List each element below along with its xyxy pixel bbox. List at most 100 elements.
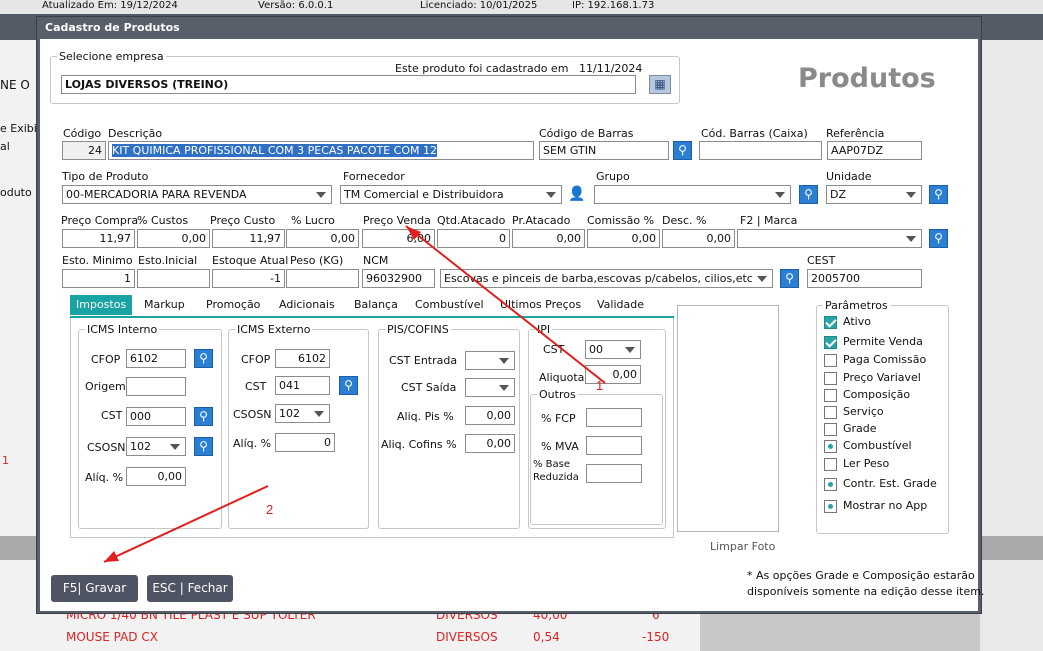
search-cst-icon[interactable]: ⚲ (194, 407, 213, 426)
preco-venda-label: Preço Venda (363, 214, 431, 227)
search-marca-icon[interactable]: ⚲ (929, 229, 948, 248)
icms-externo-aliq-field[interactable]: 0 (275, 433, 335, 452)
ipi-cst-select[interactable]: 00 (585, 340, 641, 359)
cest-field[interactable]: 2005700 (807, 269, 922, 288)
status-updated: Atualizado Em: 19/12/2024 (42, 0, 178, 11)
save-button[interactable]: F5| Gravar (51, 575, 138, 602)
param-checkbox[interactable] (824, 316, 837, 329)
cst-saida-select[interactable] (465, 378, 515, 397)
param-checkbox[interactable] (824, 440, 837, 453)
param-label: Ler Peso (843, 457, 890, 470)
comissao-field[interactable]: 0,00 (587, 229, 660, 248)
tab-combustivel[interactable]: Combustível (409, 295, 490, 315)
product-dialog: Cadastro de Produtos Selecione empresa E… (36, 16, 985, 614)
icms-interno-origem-field[interactable] (126, 377, 186, 396)
custos-field[interactable]: 0,00 (137, 229, 210, 248)
codigo-field[interactable]: 24 (62, 141, 106, 160)
param-checkbox[interactable] (824, 406, 837, 419)
icms-interno-cst-field[interactable]: 000 (126, 407, 186, 426)
add-user-icon[interactable]: 👤 (568, 185, 588, 204)
clear-photo-link[interactable]: Limpar Foto (710, 540, 775, 553)
ncm-desc-select[interactable]: Escovas e pinceis de barba,escovas p/cab… (440, 269, 773, 288)
desc-field[interactable]: 0,00 (662, 229, 735, 248)
empresa-field[interactable]: LOJAS DIVERSOS (TREINO) (61, 75, 636, 94)
tab-adicionais[interactable]: Adicionais (273, 295, 341, 315)
origem-label: Origem (85, 380, 126, 393)
fcp-field[interactable] (586, 408, 642, 427)
tab-markup[interactable]: Markup (138, 295, 191, 315)
search-cfop-icon[interactable]: ⚲ (194, 349, 213, 368)
tab-ultimos-precos[interactable]: Ultimos Preços (494, 295, 587, 315)
search-barras-icon[interactable]: ⚲ (673, 141, 692, 160)
param-checkbox[interactable] (824, 478, 837, 491)
ipi-aliquota-field[interactable]: 0,00 (585, 365, 641, 384)
pr-atacado-field[interactable]: 0,00 (512, 229, 585, 248)
tipo-select[interactable]: 00-MERCADORIA PARA REVENDA (62, 185, 332, 204)
status-bar: Atualizado Em: 19/12/2024 Versão: 6.0.0.… (0, 0, 1043, 14)
search-grupo-icon[interactable]: ⚲ (799, 185, 818, 204)
esto-ini-field[interactable] (137, 269, 210, 288)
param-checkbox[interactable] (824, 354, 837, 367)
custos-label: % Custos (137, 214, 189, 227)
close-button[interactable]: ESC | Fechar (147, 575, 233, 602)
tab-impostos[interactable]: Impostos (70, 295, 133, 315)
product-photo[interactable] (677, 305, 779, 532)
search-csosn-icon[interactable]: ⚲ (194, 437, 213, 456)
icms-externo-group: ICMS Externo CFOP 6102 CST 041 ⚲ CSOSN 1… (228, 323, 369, 529)
param-checkbox[interactable] (824, 372, 837, 385)
param-label: Grade (843, 422, 877, 435)
mva-field[interactable] (586, 436, 642, 455)
estoque-field[interactable]: -1 (212, 269, 285, 288)
search-ncm-icon[interactable]: ⚲ (780, 269, 799, 288)
preco-compra-field[interactable]: 11,97 (62, 229, 135, 248)
barras-field[interactable]: SEM GTIN (539, 141, 669, 160)
icms-externo-cfop-field[interactable]: 6102 (275, 349, 330, 368)
icms-externo-cst-field[interactable]: 041 (275, 376, 330, 395)
icms-externo-title: ICMS Externo (235, 323, 313, 336)
pis-cofins-group: PIS/COFINS CST Entrada CST Saída Aliq. P… (378, 323, 520, 529)
cadastro-date: 11/11/2024 (579, 62, 643, 75)
aliq-label: Alíq. % (233, 437, 272, 450)
desc-label: Desc. % (662, 214, 707, 227)
base-reduzida-field[interactable] (586, 464, 642, 483)
unidade-select[interactable]: DZ (826, 185, 922, 204)
param-checkbox[interactable] (824, 500, 837, 513)
esto-min-field[interactable]: 1 (62, 269, 135, 288)
referencia-field[interactable]: AAP07DZ (827, 141, 922, 160)
fornecedor-select[interactable]: TM Comercial e Distribuidora (340, 185, 562, 204)
note-line-2: disponíveis somente na edição desse item… (747, 585, 985, 598)
qtd-atacado-field[interactable]: 0 (437, 229, 510, 248)
ncm-field[interactable]: 96032900 (362, 269, 435, 288)
descricao-field[interactable]: KIT QUIMICA PROFISSIONAL COM 3 PECAS PAC… (108, 141, 534, 160)
base-label-1: % Base (533, 459, 571, 470)
param-checkbox[interactable] (824, 389, 837, 402)
bg-row-desc: MOUSE PAD CX (66, 630, 158, 644)
param-label: Ativo (843, 315, 871, 328)
search-unidade-icon[interactable]: ⚲ (929, 185, 948, 204)
param-checkbox[interactable] (824, 458, 837, 471)
param-label: Serviço (843, 405, 884, 418)
param-checkbox[interactable] (824, 336, 837, 349)
tab-validade[interactable]: Validade (591, 295, 650, 315)
tab-balanca[interactable]: Balança (348, 295, 404, 315)
cst-entrada-select[interactable] (465, 351, 515, 370)
calendar-icon[interactable]: ▦ (649, 75, 671, 94)
tab-promocao[interactable]: Promoção (200, 295, 266, 315)
peso-field[interactable] (286, 269, 359, 288)
aliq-pis-field[interactable]: 0,00 (465, 406, 515, 425)
param-checkbox[interactable] (824, 423, 837, 436)
grupo-select[interactable] (594, 185, 791, 204)
icms-interno-cfop-field[interactable]: 6102 (126, 349, 186, 368)
qtd-atacado-label: Qtd.Atacado (437, 214, 506, 227)
preco-venda-field[interactable]: 6,00 (362, 229, 435, 248)
marca-select[interactable] (737, 229, 922, 248)
lucro-field[interactable]: 0,00 (286, 229, 359, 248)
parametros-group: Parâmetros Ativo Permite Venda Paga Comiss… (816, 299, 949, 534)
preco-custo-field[interactable]: 11,97 (212, 229, 285, 248)
aliq-cofins-field[interactable]: 0,00 (465, 434, 515, 453)
search-cst-icon[interactable]: ⚲ (339, 376, 358, 395)
icms-externo-csosn-select[interactable]: 102 (275, 404, 330, 423)
barras-caixa-field[interactable] (699, 141, 822, 160)
icms-interno-csosn-select[interactable]: 102 (126, 437, 186, 456)
icms-interno-aliq-field[interactable]: 0,00 (126, 467, 186, 486)
